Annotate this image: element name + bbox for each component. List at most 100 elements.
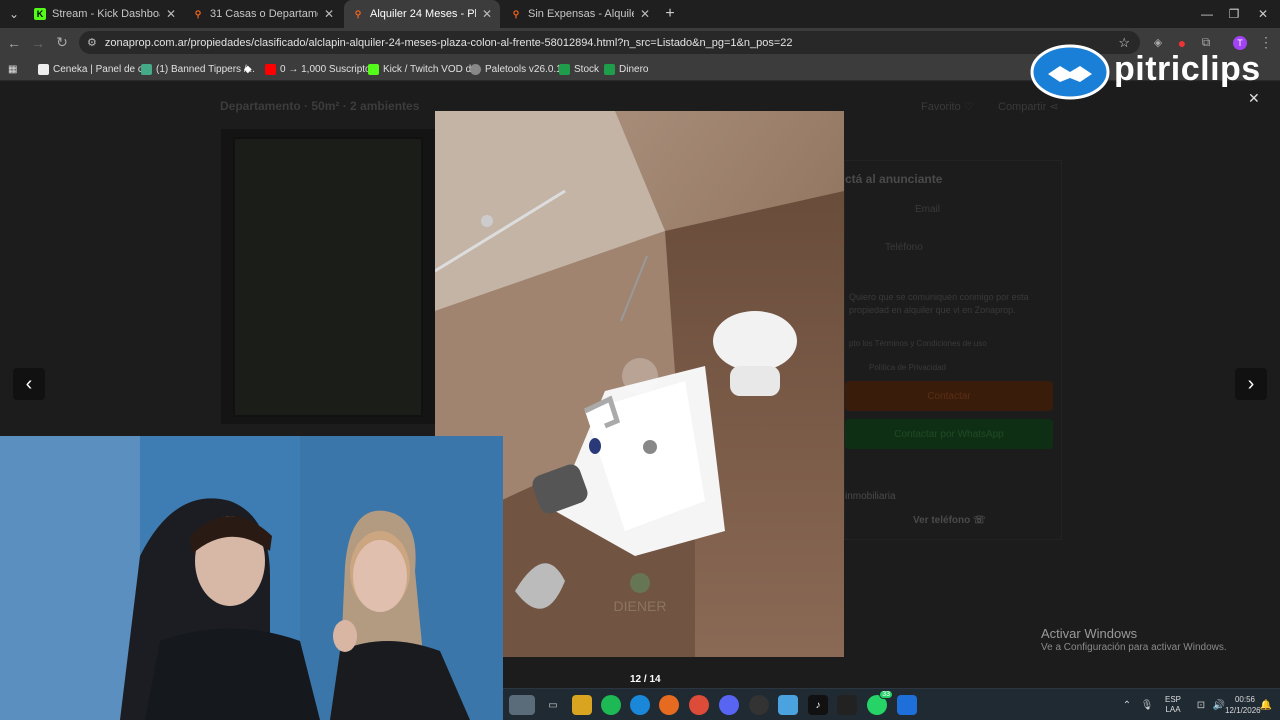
activate-windows-subtitle: Ve a Configuración para activar Windows. — [1041, 642, 1227, 653]
bookmark-label: (1) Banned Tippers /... — [156, 63, 255, 75]
terms-link[interactable]: pto los Términos y Condiciones de uso — [849, 339, 987, 348]
bookmark-paletools[interactable]: Paletools v26.0.12 — [470, 61, 567, 77]
tab-search-button[interactable]: ⌄ — [2, 0, 26, 28]
file-explorer-icon[interactable] — [572, 695, 592, 715]
bookmark-dinero[interactable]: Dinero — [604, 61, 648, 77]
sheets-icon — [604, 63, 615, 75]
contact-button[interactable]: Contactar — [845, 381, 1053, 411]
capcut-icon[interactable] — [837, 695, 857, 715]
url-text[interactable]: zonaprop.com.ar/propiedades/clasificado/… — [105, 37, 793, 49]
gallery-next-button[interactable]: › — [1235, 368, 1267, 400]
close-window-icon[interactable]: ✕ — [1246, 0, 1280, 28]
firefox-icon[interactable] — [659, 695, 679, 715]
privacy-link[interactable]: Política de Privacidad — [869, 363, 946, 372]
handshake-logo-icon — [1030, 44, 1110, 100]
language-indicator[interactable]: ESP LAA — [1165, 695, 1181, 715]
tab-sin-expensas[interactable]: ⚲ Sin Expensas - Alquiler 24 Meses ✕ — [502, 0, 658, 28]
new-tab-button[interactable]: + — [658, 0, 682, 28]
tray-chevron-icon[interactable]: ⌃ — [1117, 695, 1137, 715]
microphone-icon[interactable]: 🎙 — [1137, 695, 1157, 715]
webcam-feed — [0, 436, 503, 720]
favorite-button[interactable]: Favorito ♡ — [921, 100, 974, 113]
see-phone-label: Ver teléfono — [913, 515, 971, 526]
chevron-right-icon: › — [1247, 372, 1255, 395]
discord-icon[interactable] — [719, 695, 739, 715]
ceneka-icon — [38, 63, 49, 75]
notification-badge: 33 — [879, 690, 893, 699]
tab-strip: ⌄ K Stream - Kick Dashboard ✕ ⚲ 31 Casas… — [0, 0, 1280, 28]
bookmark-suscriptores[interactable]: 0 → 1,000 Suscripto... — [265, 61, 379, 77]
obs-icon[interactable] — [749, 695, 769, 715]
taskbar-thumbnail[interactable] — [509, 695, 535, 715]
tab-casas[interactable]: ⚲ 31 Casas o Departamentos hasta ✕ — [184, 0, 342, 28]
bookmark-ceneka[interactable]: Ceneka | Panel de c... — [38, 61, 151, 77]
clock[interactable]: 00:56 12/1/2026 — [1225, 694, 1261, 716]
tab-title: 31 Casas o Departamentos hasta — [210, 8, 318, 20]
site-info-icon[interactable]: ⚙ — [87, 36, 97, 49]
tiktok-icon[interactable]: ♪ — [808, 695, 828, 715]
network-icon[interactable]: ⊡ — [1191, 695, 1211, 715]
bookmark-label: Dinero — [619, 63, 649, 75]
sheets-icon — [559, 63, 570, 75]
heart-icon: ♡ — [963, 101, 974, 113]
kick-icon: K — [34, 8, 46, 20]
bookmark-diamond[interactable]: ◆ — [244, 61, 252, 77]
listing-summary: Departamento · 50m² · 2 ambientes — [220, 99, 420, 113]
windows-taskbar: ▭ ♪ 33 ⌃ 🎙 ESP LAA ⊡ 🔊 00:56 12/1/2026 🔔 — [503, 688, 1280, 720]
whatsapp-icon[interactable]: 33 — [867, 690, 893, 715]
edge-icon[interactable] — [630, 695, 650, 715]
task-view-icon[interactable]: ▭ — [543, 695, 563, 715]
clock-date: 12/1/2026 — [1225, 706, 1261, 715]
close-icon[interactable]: ✕ — [166, 7, 176, 21]
app-icon[interactable] — [778, 695, 798, 715]
share-icon: ⋖ — [1049, 101, 1059, 113]
share-button[interactable]: Compartir ⋖ — [998, 100, 1059, 113]
forward-icon[interactable]: → — [26, 28, 50, 57]
tab-alquiler-active[interactable]: ⚲ Alquiler 24 Meses - Plaza Colon ✕ — [344, 0, 500, 28]
app-blue-icon[interactable] — [897, 695, 917, 715]
bookmark-banned-tippers[interactable]: (1) Banned Tippers /... — [141, 61, 255, 77]
bookmark-stock[interactable]: Stock — [559, 61, 599, 77]
lang-code: ESP — [1165, 695, 1182, 704]
tab-title: Alquiler 24 Meses - Plaza Colon — [370, 8, 476, 20]
contact-title: ctá al anunciante — [845, 172, 943, 186]
tab-title: Sin Expensas - Alquiler 24 Meses — [528, 8, 634, 20]
apps-grid-icon[interactable]: ▦ — [8, 61, 17, 77]
bookmark-label: Kick / Twitch VOD d... — [383, 63, 480, 75]
kick-icon — [368, 63, 379, 75]
bookmark-kick-vod[interactable]: Kick / Twitch VOD d... — [368, 61, 480, 77]
phone-field[interactable]: Teléfono — [885, 242, 923, 253]
reload-icon[interactable]: ↻ — [50, 28, 74, 57]
close-icon[interactable]: ✕ — [324, 7, 334, 21]
gallery-counter: 12 / 14 — [630, 674, 661, 685]
gallery-prev-button[interactable]: ‹ — [13, 368, 45, 400]
see-phone-button[interactable]: Ver teléfono ☏ — [913, 515, 986, 526]
tab-kick-dashboard[interactable]: K Stream - Kick Dashboard ✕ — [26, 0, 184, 28]
tippers-icon — [141, 63, 152, 75]
listing-main-photo-dim — [221, 129, 435, 424]
email-field[interactable]: Email — [915, 204, 940, 215]
message-field[interactable]: Quiero que se comuniquen conmigo por est… — [849, 291, 1039, 317]
close-icon[interactable]: ✕ — [640, 7, 650, 21]
notifications-icon[interactable]: 🔔 — [1258, 695, 1274, 715]
bookmark-label: 0 → 1,000 Suscripto... — [280, 63, 379, 75]
chevron-down-icon: ⌄ — [8, 7, 20, 21]
zonaprop-icon: ⚲ — [512, 8, 520, 19]
pitriclips-logo: pitriclips — [1030, 44, 1270, 100]
activate-windows-title: Activar Windows — [1041, 626, 1138, 641]
address-bar[interactable]: ⚙ zonaprop.com.ar/propiedades/clasificad… — [79, 31, 1140, 54]
spotify-icon[interactable] — [601, 695, 621, 715]
tab-title: Stream - Kick Dashboard — [52, 8, 160, 20]
share-label: Compartir — [998, 101, 1047, 113]
webcam-overlay — [0, 436, 503, 720]
back-icon[interactable]: ← — [2, 28, 26, 57]
clock-time: 00:56 — [1234, 695, 1255, 704]
chevron-left-icon: ‹ — [25, 372, 33, 395]
chrome-icon[interactable] — [689, 695, 709, 715]
whatsapp-button[interactable]: Contactar por WhatsApp — [845, 419, 1053, 449]
bookmark-label: Ceneka | Panel de c... — [53, 63, 152, 75]
close-icon[interactable]: ✕ — [482, 7, 492, 21]
paletools-icon — [470, 63, 481, 75]
favorite-label: Favorito — [921, 101, 961, 113]
youtube-icon — [265, 63, 276, 75]
